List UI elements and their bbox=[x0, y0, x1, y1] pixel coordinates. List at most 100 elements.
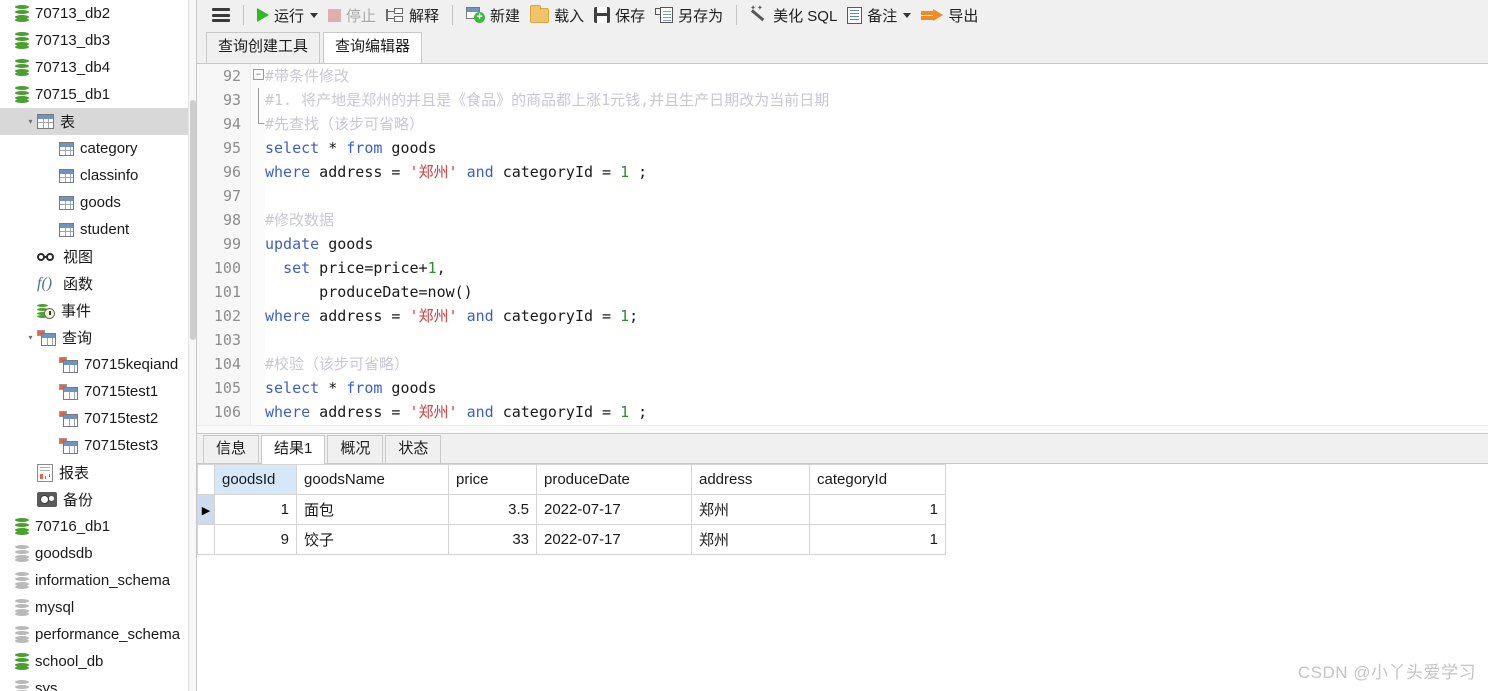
sidebar-item-70713_db4[interactable]: 70713_db4 bbox=[0, 54, 188, 81]
code-line[interactable]: 98 #修改数据 bbox=[197, 208, 1488, 232]
sidebar-item-70715keqiand[interactable]: 70715keqiand bbox=[0, 351, 188, 378]
code-line[interactable]: 92 − #带条件修改 bbox=[197, 64, 1488, 88]
code-line[interactable]: 100 set price=price+1, bbox=[197, 256, 1488, 280]
sidebar-item-mysql[interactable]: mysql bbox=[0, 594, 188, 621]
explain-button[interactable]: 解释 bbox=[381, 0, 444, 30]
table-cell[interactable]: 1 bbox=[214, 494, 297, 525]
result-table[interactable]: goodsId goodsName price produceDate address c… bbox=[197, 464, 946, 555]
result-tab-3[interactable]: 概况 bbox=[327, 435, 384, 463]
code-line[interactable]: 96 where address = '郑州' and categoryId = … bbox=[197, 160, 1488, 184]
code-line[interactable]: 99 update goods bbox=[197, 232, 1488, 256]
sidebar-item-70713_db2[interactable]: 70713_db2 bbox=[0, 0, 188, 27]
result-tab-1[interactable]: 信息 bbox=[203, 435, 260, 463]
export-button[interactable]: 导出 bbox=[916, 0, 983, 30]
table-cell[interactable]: 2022-07-17 bbox=[536, 494, 692, 525]
table-cell[interactable]: 9 bbox=[214, 524, 297, 555]
chevron-down-icon[interactable] bbox=[24, 118, 37, 126]
chevron-down-icon[interactable] bbox=[310, 12, 319, 18]
sidebar-item-category[interactable]: category bbox=[0, 135, 188, 162]
editor-tab-1[interactable]: 查询创建工具 bbox=[206, 32, 321, 63]
result-tab-2[interactable]: 结果1 bbox=[261, 435, 326, 464]
column-header-price[interactable]: price bbox=[448, 464, 537, 495]
sidebar-item-查询[interactable]: 查询 bbox=[0, 324, 188, 351]
code-line[interactable]: 97 bbox=[197, 184, 1488, 208]
run-button[interactable]: 运行 bbox=[252, 0, 323, 30]
new-button[interactable]: + 新建 bbox=[461, 0, 525, 30]
fold-collapse-icon[interactable]: − bbox=[253, 69, 264, 80]
sidebar-item-70715test3[interactable]: 70715test3 bbox=[0, 432, 188, 459]
column-header-produceDate[interactable]: produceDate bbox=[536, 464, 692, 495]
sidebar-item-函数[interactable]: f() 函数 bbox=[0, 270, 188, 297]
explain-icon bbox=[386, 7, 404, 23]
sidebar-item-goods[interactable]: goods bbox=[0, 189, 188, 216]
editor-tab-bar[interactable]: 查询创建工具 查询编辑器 bbox=[197, 30, 1488, 64]
table-cell[interactable]: 郑州 bbox=[691, 524, 810, 555]
table-cell[interactable]: 33 bbox=[448, 524, 537, 555]
code-text: #修改数据 bbox=[265, 211, 335, 229]
beautify-sql-button[interactable]: 美化 SQL bbox=[745, 0, 842, 30]
code-lines-container[interactable]: 92 − #带条件修改 93 #1. 将产地是郑州的并且是《食品》的商品都上涨1元钱,并… bbox=[197, 64, 1488, 424]
table-cell[interactable]: 饺子 bbox=[296, 524, 449, 555]
column-header-address[interactable]: address bbox=[691, 464, 810, 495]
save-as-button[interactable]: 另存为 bbox=[650, 0, 728, 30]
sidebar-item-70716_db1[interactable]: 70716_db1 bbox=[0, 513, 188, 540]
sidebar-item-school_db[interactable]: school_db bbox=[0, 648, 188, 675]
editor-tab-2[interactable]: 查询编辑器 bbox=[323, 32, 423, 64]
code-horizontal-scrollbar[interactable] bbox=[197, 425, 1488, 433]
code-line[interactable]: 94 #先查找（该步可省略） bbox=[197, 112, 1488, 136]
note-button[interactable]: 备注 bbox=[842, 0, 916, 30]
sidebar-item-goodsdb[interactable]: goodsdb bbox=[0, 540, 188, 567]
table-row[interactable]: 9 饺子 33 2022-07-17 郑州 1 bbox=[197, 524, 946, 555]
row-selector[interactable]: ▶ bbox=[197, 494, 215, 525]
save-button[interactable]: 保存 bbox=[589, 0, 650, 30]
result-grid[interactable]: goodsId goodsName price produceDate address c… bbox=[197, 463, 1488, 555]
sidebar-item-70715test2[interactable]: 70715test2 bbox=[0, 405, 188, 432]
sidebar-item-表[interactable]: 表 bbox=[0, 108, 188, 135]
sidebar-item-备份[interactable]: 备份 bbox=[0, 486, 188, 513]
sidebar-item-sys[interactable]: sys bbox=[0, 675, 188, 691]
column-header-goodsId[interactable]: goodsId bbox=[214, 464, 297, 495]
sql-code-editor[interactable]: 92 − #带条件修改 93 #1. 将产地是郑州的并且是《食品》的商品都上涨1元钱,并… bbox=[197, 63, 1488, 433]
sidebar-item-70715test1[interactable]: 70715test1 bbox=[0, 378, 188, 405]
code-line[interactable]: 101 produceDate=now() bbox=[197, 280, 1488, 304]
database-tree-sidebar[interactable]: 70713_db2 70713_db3 70713_db4 70715_db1 表cat… bbox=[0, 0, 188, 691]
menu-button[interactable] bbox=[207, 0, 235, 30]
sidebar-item-视图[interactable]: 视图 bbox=[0, 243, 188, 270]
table-cell[interactable]: 面包 bbox=[296, 494, 449, 525]
code-line[interactable]: 102 where address = '郑州' and categoryId =… bbox=[197, 304, 1488, 328]
table-cell-value: 1 bbox=[280, 501, 289, 518]
sidebar-scrollbar[interactable] bbox=[188, 0, 196, 691]
sidebar-item-classinfo[interactable]: classinfo bbox=[0, 162, 188, 189]
table-cell[interactable]: 郑州 bbox=[691, 494, 810, 525]
stop-label: 停止 bbox=[346, 7, 377, 25]
column-header-categoryId[interactable]: categoryId bbox=[809, 464, 946, 495]
sidebar-item-70715_db1[interactable]: 70715_db1 bbox=[0, 81, 188, 108]
sidebar-item-70713_db3[interactable]: 70713_db3 bbox=[0, 27, 188, 54]
stop-button[interactable]: 停止 bbox=[323, 0, 381, 30]
sidebar-item-报表[interactable]: 报表 bbox=[0, 459, 188, 486]
row-selector[interactable] bbox=[197, 524, 215, 555]
code-line[interactable]: 105 select * from goods bbox=[197, 376, 1488, 400]
table-row[interactable]: ▶ 1 面包 3.5 2022-07-17 郑州 1 bbox=[197, 494, 946, 525]
result-tab-bar[interactable]: 信息 结果1 概况 状态 bbox=[197, 433, 1488, 464]
editor-toolbar[interactable]: 运行 停止 解释 + 新建 载入 保存 另存为 ✦✦ 美化 SQL 备注 导出 bbox=[197, 0, 1488, 30]
load-button[interactable]: 载入 bbox=[525, 0, 589, 30]
chevron-down-icon[interactable] bbox=[903, 12, 912, 18]
table-cell[interactable]: 3.5 bbox=[448, 494, 537, 525]
code-line[interactable]: 104 #校验（该步可省略） bbox=[197, 352, 1488, 376]
column-header-goodsName[interactable]: goodsName bbox=[296, 464, 449, 495]
code-line[interactable]: 103 bbox=[197, 328, 1488, 352]
sidebar-item-student[interactable]: student bbox=[0, 216, 188, 243]
code-line[interactable]: 93 #1. 将产地是郑州的并且是《食品》的商品都上涨1元钱,并且生产日期改为当前… bbox=[197, 88, 1488, 112]
table-cell[interactable]: 1 bbox=[809, 494, 946, 525]
chevron-down-icon[interactable] bbox=[24, 334, 37, 342]
code-line[interactable]: 106 where address = '郑州' and categoryId =… bbox=[197, 400, 1488, 424]
sidebar-item-事件[interactable]: 事件 bbox=[0, 297, 188, 324]
sidebar-item-information_schema[interactable]: information_schema bbox=[0, 567, 188, 594]
code-line[interactable]: 95 select * from goods bbox=[197, 136, 1488, 160]
sidebar-item-performance_schema[interactable]: performance_schema bbox=[0, 621, 188, 648]
stop-icon bbox=[328, 8, 342, 22]
table-cell[interactable]: 1 bbox=[809, 524, 946, 555]
result-tab-4[interactable]: 状态 bbox=[385, 435, 442, 463]
table-cell[interactable]: 2022-07-17 bbox=[536, 524, 692, 555]
